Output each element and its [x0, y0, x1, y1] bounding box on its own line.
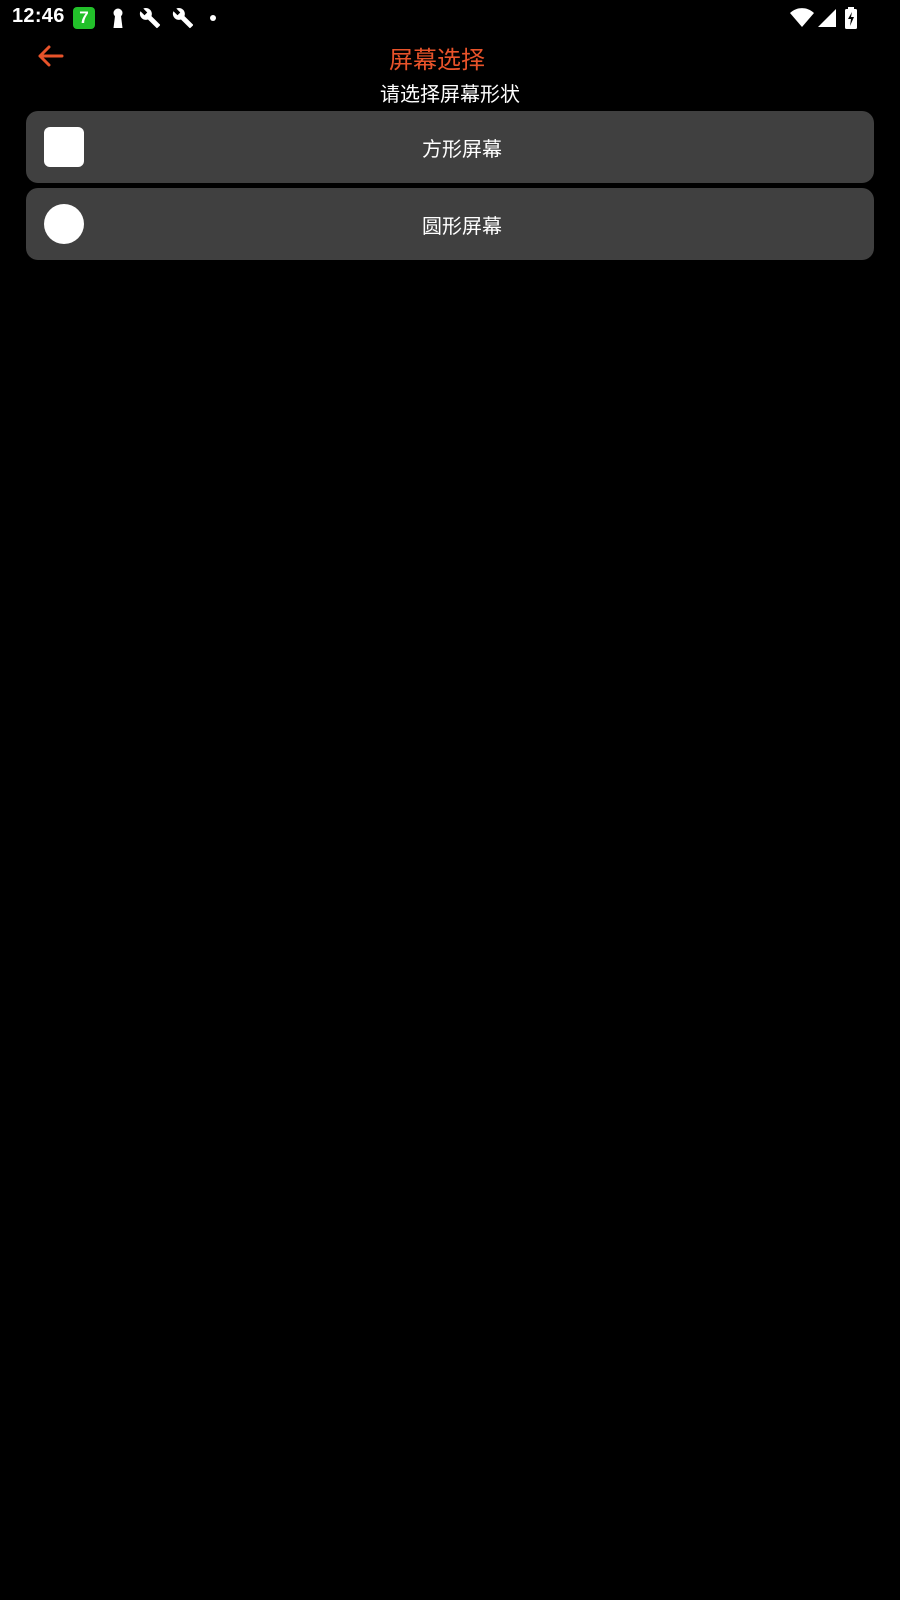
option-label: 圆形屏幕 [422, 214, 502, 238]
app-badge-text: 7 [73, 7, 95, 29]
option-square-screen[interactable]: 方形屏幕 [26, 111, 874, 183]
battery-charging-icon [844, 7, 858, 29]
cell-signal-icon [816, 7, 838, 29]
status-time: 12:46 [12, 5, 65, 27]
option-round-screen[interactable]: 圆形屏幕 [26, 188, 874, 260]
app-7-badge-icon: 7 [73, 7, 95, 29]
page-title: 屏幕选择 [389, 46, 485, 74]
wrench-icon-2 [171, 7, 195, 29]
wifi-icon [789, 7, 815, 29]
dot-icon [210, 7, 216, 29]
option-label: 方形屏幕 [422, 137, 502, 161]
screen-option-list: 方形屏幕 圆形屏幕 [26, 111, 874, 265]
subtitle: 请选择屏幕形状 [380, 82, 520, 106]
top-app-bar: 屏幕选择 [0, 36, 900, 76]
wrench-icon [138, 7, 162, 29]
status-bar: 12:46 7 [0, 0, 900, 36]
keyhole-icon [108, 7, 128, 29]
